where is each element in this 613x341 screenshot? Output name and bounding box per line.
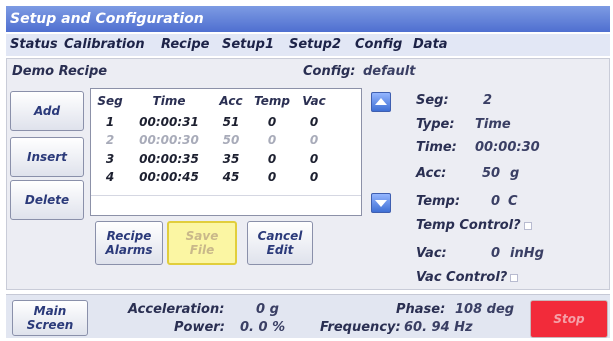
window-title: Setup and Configuration [6,6,610,32]
recipe-name[interactable]: Demo Recipe [12,64,107,79]
insert-button[interactable]: Insert [10,137,84,177]
vac-label: Vac: [416,246,447,261]
tab-setup1[interactable]: Setup1 [222,34,274,56]
cancel-edit-button[interactable]: Cancel Edit [247,221,313,265]
tab-config[interactable]: Config [355,34,402,56]
acc-unit: g [510,166,520,181]
cell-acc: 45 [222,170,240,184]
config-value[interactable]: default [363,64,415,79]
cell-seg: 2 [105,133,115,147]
vac-control-label: Vac Control? [416,270,508,285]
temp-label: Temp: [416,194,461,209]
acceleration-value: 0 g [256,302,279,317]
temp-control-row[interactable]: Temp Control? [416,218,532,233]
vac-value[interactable]: 0 [491,246,500,261]
phase-value: 108 deg [455,302,515,317]
cell-acc: 51 [222,115,240,129]
main-screen-button[interactable]: Main Screen [12,300,88,336]
stop-button[interactable]: Stop [530,300,608,338]
tab-data[interactable]: Data [413,34,448,56]
cell-temp: 0 [267,133,277,147]
cell-temp: 0 [267,152,277,166]
cell-acc: 35 [222,152,240,166]
temp-control-label: Temp Control? [416,218,521,233]
add-button[interactable]: Add [10,91,84,131]
cell-seg: 1 [105,115,115,129]
save-file-button[interactable]: Save File [167,221,237,265]
vac-control-row[interactable]: Vac Control? [416,270,519,285]
column-header-seg: Seg [97,94,123,108]
segment-table[interactable]: Seg Time Acc Temp Vac 1 00:00:31 51 0 0 … [90,88,362,216]
acc-label: Acc: [416,166,447,181]
phase-label: Phase: [396,302,446,317]
cell-temp: 0 [267,115,277,129]
temp-unit: C [508,194,518,209]
cell-acc: 50 [222,133,240,147]
delete-button[interactable]: Delete [10,180,84,220]
cell-seg: 4 [105,170,115,184]
column-header-vac: Vac [302,94,326,108]
time-label: Time: [416,140,457,155]
acceleration-label: Acceleration: [128,302,225,317]
cell-vac: 0 [309,133,319,147]
tab-calibration[interactable]: Calibration [64,34,145,56]
acc-value[interactable]: 50 [482,166,500,181]
cell-seg: 3 [105,152,115,166]
vac-unit: inHg [510,246,544,261]
recipe-alarms-button[interactable]: Recipe Alarms [95,221,163,265]
arrow-down-icon[interactable] [371,193,391,213]
temp-value[interactable]: 0 [491,194,500,209]
cell-vac: 0 [309,152,319,166]
cell-temp: 0 [267,170,277,184]
time-value[interactable]: 00:00:30 [475,140,540,155]
config-label: Config: [303,64,356,79]
table-divider [91,195,361,196]
power-value: 0. 0 % [240,320,286,335]
setup-and-configuration-screen: Setup and Configuration Status Calibrati… [0,0,613,341]
cell-vac: 0 [309,170,319,184]
cell-time: 00:00:30 [139,133,199,147]
cell-time: 00:00:35 [139,152,199,166]
vac-control-checkbox[interactable] [510,273,519,282]
cell-time: 00:00:31 [139,115,199,129]
temp-control-checkbox[interactable] [523,221,532,230]
cell-vac: 0 [309,115,319,129]
column-header-time: Time [152,94,186,108]
tab-bar: Status Calibration Recipe Setup1 Setup2 … [6,34,610,56]
tab-recipe[interactable]: Recipe [161,34,209,56]
type-value[interactable]: Time [475,117,511,132]
frequency-value: 60. 94 Hz [404,320,473,335]
status-footer [6,294,610,338]
power-label: Power: [174,320,225,335]
cell-time: 00:00:45 [139,170,199,184]
column-header-acc: Acc [219,94,243,108]
arrow-up-icon[interactable] [371,92,391,112]
seg-value[interactable]: 2 [483,93,492,108]
frequency-label: Frequency: [320,320,401,335]
tab-setup2[interactable]: Setup2 [289,34,341,56]
tab-status[interactable]: Status [10,34,58,56]
column-header-temp: Temp [254,94,290,108]
seg-label: Seg: [416,93,449,108]
type-label: Type: [416,117,455,132]
